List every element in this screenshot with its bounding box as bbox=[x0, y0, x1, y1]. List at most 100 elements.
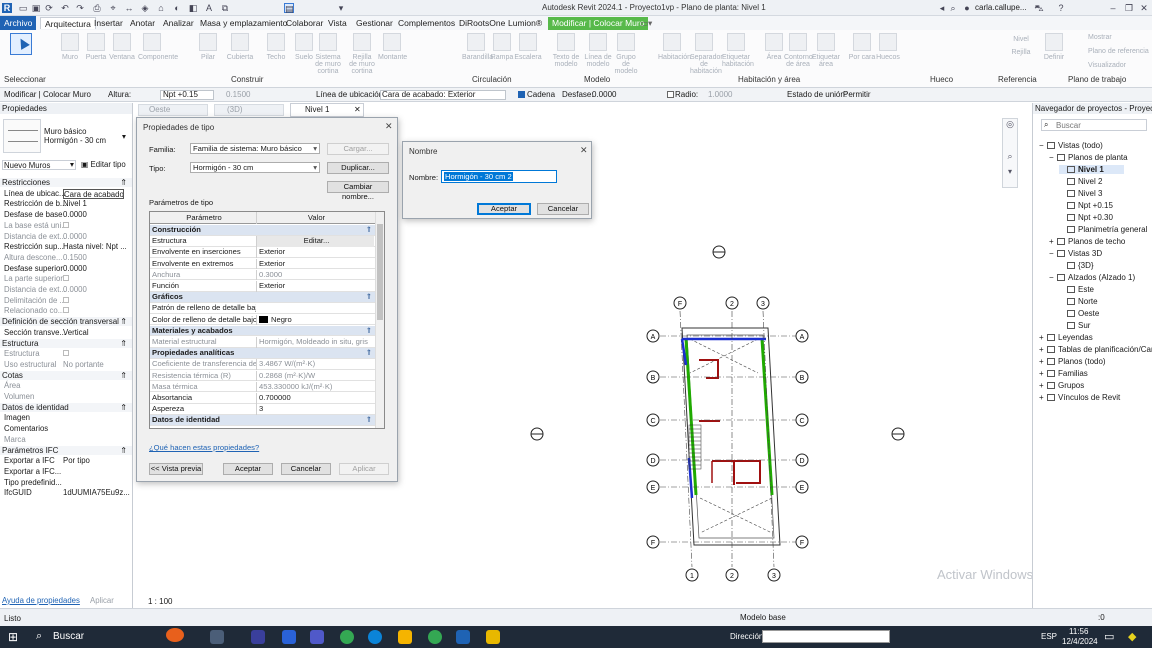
type-cancel-button[interactable]: Cancelar bbox=[281, 463, 331, 475]
windows-icon[interactable]: ⧉ bbox=[220, 3, 230, 13]
section-collapse-icon[interactable]: ⇑ bbox=[366, 326, 372, 337]
view-tab-3d[interactable]: (3D) bbox=[214, 104, 284, 116]
ribbon-btn-23[interactable]: Por cara bbox=[848, 33, 876, 61]
ribbon-btn-6[interactable]: Techo bbox=[262, 33, 290, 61]
radio-checkbox[interactable] bbox=[667, 91, 674, 98]
app-icon-other[interactable] bbox=[486, 630, 500, 644]
app-icon-explorer[interactable] bbox=[398, 630, 412, 644]
browser-item[interactable]: − Vistas (todo) bbox=[1039, 141, 1103, 150]
altura-number[interactable]: 0.1500 bbox=[226, 90, 250, 99]
ribbon-btn-14[interactable]: Texto de modelo bbox=[552, 33, 580, 68]
param-row[interactable]: Estructura Editar... bbox=[150, 236, 376, 247]
prop-checkbox[interactable] bbox=[63, 296, 69, 303]
modify-button[interactable] bbox=[6, 33, 36, 65]
viewer-button[interactable]: Visualizador bbox=[1088, 62, 1150, 69]
ribbon-btn-27[interactable]: Definir bbox=[1040, 33, 1068, 61]
tab-masa[interactable]: Masa y emplazamiento bbox=[200, 17, 287, 29]
collapse-icon[interactable]: ◂ bbox=[937, 3, 947, 13]
app-icon-1[interactable] bbox=[166, 628, 184, 642]
type-apply-button[interactable]: Aplicar bbox=[339, 463, 389, 475]
browser-item[interactable]: Sur bbox=[1059, 321, 1090, 330]
section-collapse-icon[interactable]: ⇑ bbox=[366, 415, 372, 426]
param-value[interactable]: 0.2868 (m²·K)/W bbox=[256, 370, 374, 382]
app-icon-copilot[interactable] bbox=[282, 630, 296, 644]
app-icon-teams[interactable] bbox=[251, 630, 265, 644]
browser-item[interactable]: − Planos de planta bbox=[1049, 153, 1128, 162]
param-row[interactable]: Envolvente en extremos Exterior bbox=[150, 258, 376, 270]
expand-icon[interactable]: + bbox=[1039, 333, 1047, 342]
user-icon[interactable]: ● bbox=[962, 3, 972, 13]
param-row[interactable]: Patrón de relleno de detalle bajo bbox=[150, 303, 376, 314]
ribbon-btn-17[interactable]: Habitación bbox=[658, 33, 691, 61]
browser-item[interactable]: Planimetría general bbox=[1059, 225, 1147, 234]
expand-icon[interactable]: − bbox=[1049, 273, 1057, 282]
prop-value[interactable]: 0.0000 bbox=[63, 232, 87, 241]
browser-search[interactable]: ⌕ Buscar bbox=[1041, 119, 1147, 131]
tab-archivo[interactable]: Archivo bbox=[0, 16, 37, 30]
save-icon[interactable]: ▣ bbox=[31, 3, 41, 13]
app-icon-chrome-2[interactable] bbox=[428, 630, 442, 644]
param-row[interactable]: Imagen de tipo bbox=[150, 427, 376, 428]
ribbon-btn-21[interactable]: Contorno de área bbox=[784, 33, 813, 68]
help-properties-link[interactable]: ¿Qué hacen estas propiedades? bbox=[149, 443, 259, 452]
browser-item[interactable]: + Tablas de planificación/Cantid bbox=[1039, 345, 1152, 354]
ribbon-btn-11[interactable]: Barandilla bbox=[462, 33, 493, 61]
help-icon[interactable]: ? bbox=[1056, 3, 1066, 13]
section-icon[interactable]: ◐ bbox=[172, 3, 182, 13]
app-icon-revit[interactable] bbox=[456, 630, 470, 644]
table-scrollbar[interactable] bbox=[375, 212, 384, 428]
param-section[interactable]: Materiales y acabados ⇑ bbox=[150, 325, 376, 337]
browser-item[interactable]: + Planos (todo) bbox=[1039, 357, 1106, 366]
minimize-icon[interactable]: – bbox=[1108, 3, 1118, 13]
tab-arquitectura[interactable]: Arquitectura bbox=[40, 17, 96, 29]
expand-icon[interactable]: − bbox=[1039, 141, 1047, 150]
prop-checkbox[interactable] bbox=[63, 275, 69, 282]
edit-type-button[interactable]: ▣ Editar tipo bbox=[81, 160, 129, 169]
sync-icon[interactable]: ⟳ bbox=[44, 3, 54, 13]
measure-icon[interactable]: ⌖ bbox=[108, 3, 118, 13]
view-tab-oeste[interactable]: Oeste bbox=[138, 104, 208, 116]
param-value[interactable]: Negro bbox=[256, 314, 374, 326]
type-ok-button[interactable]: Aceptar bbox=[223, 463, 273, 475]
prop-value[interactable]: No portante bbox=[63, 360, 104, 369]
param-row[interactable]: Anchura 0.3000 bbox=[150, 269, 376, 281]
param-section[interactable]: Propiedades analíticas ⇑ bbox=[150, 348, 376, 359]
revit-logo-icon[interactable]: R bbox=[2, 3, 12, 13]
browser-item[interactable]: + Familias bbox=[1039, 369, 1088, 378]
taskbar-address-input[interactable] bbox=[762, 630, 890, 643]
radio-input[interactable]: 1.0000 bbox=[708, 90, 732, 99]
active-workset[interactable]: Modelo base bbox=[740, 613, 786, 622]
tab-insertar[interactable]: Insertar bbox=[94, 17, 123, 29]
type-parameters-table[interactable]: Parámetro Valor Construcción ⇑ Estructura E… bbox=[149, 211, 385, 429]
collapse-icon[interactable]: ⇑ bbox=[120, 317, 127, 326]
tag-icon[interactable]: ◈ bbox=[140, 3, 150, 13]
prop-value[interactable]: 0.0000 bbox=[63, 285, 87, 294]
param-row[interactable]: Resistencia térmica (R) 0.2868 (m²·K)/W bbox=[150, 370, 376, 382]
notifications-icon[interactable]: ▭ bbox=[1104, 630, 1114, 643]
app-icon-chrome[interactable] bbox=[340, 630, 354, 644]
steering-wheel-icon[interactable]: ◎ bbox=[1003, 119, 1017, 135]
section-collapse-icon[interactable]: ⇑ bbox=[366, 348, 372, 359]
ribbon-btn-24[interactable]: Huecos bbox=[874, 33, 902, 61]
prop-section[interactable]: Datos de identidad ⇑ bbox=[0, 402, 132, 412]
browser-item[interactable]: − Alzados (Alzado 1) bbox=[1049, 273, 1135, 282]
widget-icon[interactable]: ◆ bbox=[1128, 630, 1136, 643]
zoom-icon[interactable]: ⌕ bbox=[1003, 151, 1017, 167]
tab-dirootsone[interactable]: DiRootsOne bbox=[459, 17, 505, 29]
browser-item[interactable]: Npt +0.30 bbox=[1059, 213, 1113, 222]
text-icon[interactable]: A bbox=[204, 3, 214, 13]
tipo-select[interactable]: Hormigón - 30 cm bbox=[190, 162, 320, 173]
prop-section[interactable]: Cotas ⇑ bbox=[0, 370, 132, 380]
param-value[interactable]: Hormigón, Moldeado in situ, gris bbox=[256, 337, 374, 348]
browser-item[interactable]: Este bbox=[1059, 285, 1094, 294]
browser-item[interactable]: − Vistas 3D bbox=[1049, 249, 1102, 258]
task-view-icon[interactable] bbox=[210, 630, 224, 644]
col-valor[interactable]: Valor bbox=[256, 212, 374, 224]
restore-icon[interactable]: ❐ bbox=[1124, 3, 1134, 13]
name-cancel-button[interactable]: Cancelar bbox=[537, 203, 589, 215]
param-value[interactable]: Exterior bbox=[256, 247, 374, 258]
ribbon-toggle-icon[interactable]: ▭▾ bbox=[640, 17, 652, 29]
prop-value[interactable]: Por tipo bbox=[63, 456, 90, 465]
col-parametro[interactable]: Parámetro bbox=[152, 212, 256, 224]
redo-icon[interactable]: ↷ bbox=[75, 3, 85, 13]
